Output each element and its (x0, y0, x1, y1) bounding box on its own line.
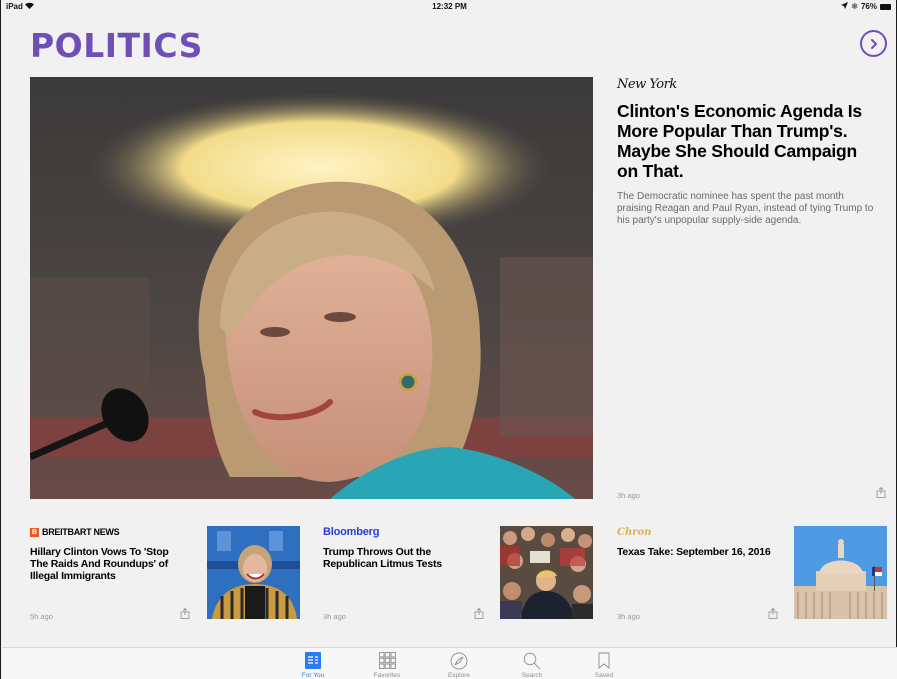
compass-icon (434, 651, 484, 670)
breitbart-logo-icon: B (30, 527, 39, 537)
article-thumbnail-crowd[interactable] (500, 526, 593, 619)
source-label: Chron (617, 526, 777, 538)
hero-image[interactable] (30, 77, 593, 499)
search-icon (507, 651, 557, 670)
article-card-chron[interactable]: Chron Texas Take: September 16, 2016 3h … (617, 526, 778, 626)
tab-for-you[interactable]: For You (288, 651, 338, 679)
source-label: B BREITBART NEWS (30, 526, 180, 538)
share-icon[interactable] (474, 608, 484, 619)
article-headline[interactable]: Texas Take: September 16, 2016 (617, 546, 777, 558)
favorites-grid-icon (362, 651, 412, 670)
tab-saved[interactable]: Saved (579, 651, 629, 679)
hero-article[interactable]: New York Clinton's Economic Agenda Is Mo… (617, 77, 879, 227)
for-you-icon (288, 651, 338, 670)
next-section-button[interactable] (860, 30, 887, 57)
battery-percent: 76% (860, 2, 877, 11)
share-icon[interactable] (876, 487, 886, 498)
source-label: Bloomberg (323, 526, 483, 538)
bluetooth-icon: ✱ (851, 2, 858, 11)
tab-favorites[interactable]: Favorites (362, 651, 412, 679)
news-app-window: iPad 12:32 PM ✱ 76% POLITICS New York Cl… (0, 0, 897, 679)
hero-summary: The Democratic nominee has spent the pas… (617, 191, 874, 226)
new-york-magazine-logo: New York (617, 77, 677, 92)
share-icon[interactable] (768, 608, 778, 619)
status-right: ✱ 76% (841, 2, 891, 11)
tab-label: Saved (594, 672, 614, 679)
battery-icon (880, 3, 891, 10)
article-timestamp: 3h ago (323, 612, 346, 621)
article-thumbnail-clinton[interactable] (207, 526, 300, 619)
tab-label: Favorites (373, 672, 401, 679)
tab-bar: For You Favorites Explore Search Saved (2, 647, 897, 679)
chevron-right-icon (870, 38, 877, 49)
bookmark-icon (579, 651, 629, 670)
article-timestamp: 5h ago (30, 612, 53, 621)
hero-headline[interactable]: Clinton's Economic Agenda Is More Popula… (617, 101, 879, 181)
tab-label: For You (301, 672, 325, 679)
article-headline[interactable]: Hillary Clinton Vows To 'Stop The Raids … (30, 546, 180, 582)
tab-search[interactable]: Search (507, 651, 557, 679)
article-card-bloomberg[interactable]: Bloomberg Trump Throws Out the Republica… (323, 526, 484, 626)
article-thumbnail-capitol[interactable] (794, 526, 887, 619)
source-name: BREITBART NEWS (42, 527, 120, 537)
article-headline[interactable]: Trump Throws Out the Republican Litmus T… (323, 546, 483, 570)
page-title: POLITICS (30, 26, 203, 65)
location-arrow-icon (841, 2, 849, 11)
tab-label: Explore (447, 672, 471, 679)
article-timestamp: 3h ago (617, 612, 640, 621)
status-bar: iPad 12:32 PM ✱ 76% (1, 0, 897, 14)
article-card-breitbart[interactable]: B BREITBART NEWS Hillary Clinton Vows To… (30, 526, 190, 626)
tab-explore[interactable]: Explore (434, 651, 484, 679)
source-name: Bloomberg (323, 526, 380, 538)
status-time: 12:32 PM (432, 2, 467, 11)
hero-timestamp: 3h ago (617, 491, 640, 500)
share-icon[interactable] (180, 608, 190, 619)
tab-label: Search (521, 672, 543, 679)
source-name: Chron (617, 526, 652, 538)
